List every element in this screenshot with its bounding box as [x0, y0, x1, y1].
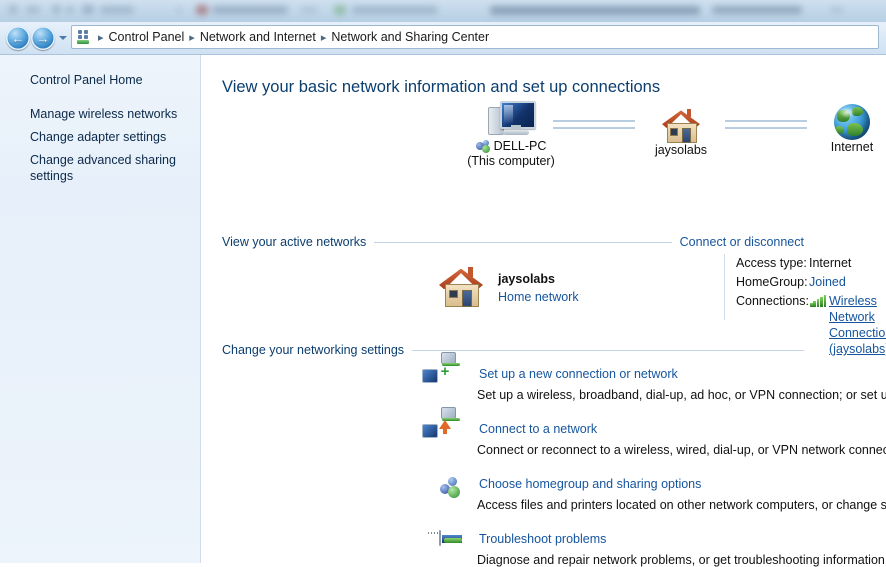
task-troubleshoot-problems-link[interactable]: Troubleshoot problems [479, 532, 606, 546]
breadcrumb-item-network-and-sharing-center[interactable]: Network and Sharing Center [331, 30, 489, 44]
task-setup-new-connection-link[interactable]: Set up a new connection or network [479, 367, 678, 381]
house-icon [662, 109, 700, 143]
section-change-networking-settings: Change your networking settings [222, 342, 804, 358]
sidebar: Control Panel Home Manage wireless netwo… [0, 55, 201, 563]
sidebar-item-control-panel-home[interactable]: Control Panel Home [30, 72, 190, 88]
section-rule-2 [412, 349, 804, 351]
property-access-type-key: Access type: [736, 256, 807, 270]
recent-pages-chevron-down-icon[interactable] [59, 36, 67, 40]
homegroup-icon [439, 476, 465, 502]
active-network-divider [724, 254, 725, 320]
wireless-connection-line-2: (jaysolabs) [829, 342, 886, 356]
globe-icon [834, 104, 870, 140]
wireless-connection-line-1: Wireless Network Connection [829, 294, 886, 340]
property-homegroup: HomeGroup: Joined [736, 274, 886, 290]
map-node-internet-label: Internet [830, 140, 874, 154]
active-network-type-link[interactable]: Home network [498, 290, 579, 304]
background-window-blur [0, 0, 886, 22]
section-active-networks-title: View your active networks [222, 235, 367, 249]
forward-arrow-icon: → [36, 30, 50, 46]
breadcrumb-separator-2[interactable]: ▸ [321, 31, 327, 44]
network-share-badge-icon [475, 139, 491, 154]
computer-icon [488, 101, 536, 139]
map-node-computer[interactable]: DELL-PC (This computer) [451, 99, 571, 169]
property-connections-key: Connections: [736, 294, 809, 308]
network-sharing-center-window: ← → ▸ Control Panel ▸ Network and Intern… [0, 0, 886, 567]
connect-or-disconnect-link[interactable]: Connect or disconnect [672, 235, 804, 249]
section-active-networks: View your active networks Connect or dis… [222, 234, 804, 250]
property-access-type: Access type: Internet [736, 255, 886, 271]
active-network-house-icon [439, 267, 483, 307]
address-bar: ← → ▸ Control Panel ▸ Network and Intern… [0, 22, 886, 55]
property-access-type-value: Internet [809, 256, 852, 270]
active-network-name: jaysolabs [498, 272, 555, 286]
map-node-network-label: jaysolabs [654, 143, 708, 157]
back-arrow-icon: ← [11, 30, 25, 46]
breadcrumb[interactable]: ▸ Control Panel ▸ Network and Internet ▸… [71, 25, 879, 49]
sidebar-item-change-adapter-settings[interactable]: Change adapter settings [30, 129, 190, 145]
breadcrumb-separator-1[interactable]: ▸ [189, 31, 195, 44]
troubleshoot-icon [428, 530, 465, 557]
task-troubleshoot-problems-desc: Diagnose and repair network problems, or… [477, 553, 886, 567]
background-window-strip [0, 0, 886, 22]
wireless-network-connection-link[interactable]: Wireless Network Connection (jaysolabs) [829, 293, 886, 357]
map-node-network[interactable]: jaysolabs [621, 103, 741, 158]
section-change-settings-title: Change your networking settings [222, 343, 405, 357]
property-homegroup-value-link[interactable]: Joined [809, 274, 846, 290]
sidebar-item-manage-wireless-networks[interactable]: Manage wireless networks [30, 106, 190, 122]
task-connect-to-network-desc: Connect or reconnect to a wireless, wire… [477, 443, 886, 457]
task-setup-new-connection-desc: Set up a wireless, broadband, dial-up, a… [477, 388, 886, 402]
network-map: DELL-PC (This computer) jaysolabs Intern… [201, 99, 886, 169]
task-homegroup-sharing-desc: Access files and printers located on oth… [477, 498, 886, 512]
task-homegroup-sharing-link[interactable]: Choose homegroup and sharing options [479, 477, 701, 491]
map-node-computer-label: DELL-PC [493, 139, 547, 153]
breadcrumb-item-network-and-internet[interactable]: Network and Internet [200, 30, 316, 44]
forward-button[interactable]: → [31, 26, 55, 50]
wireless-signal-icon [810, 295, 827, 307]
connect-network-icon [422, 407, 465, 447]
map-node-computer-sublabel: (This computer) [467, 154, 555, 168]
sidebar-item-change-advanced-sharing-settings[interactable]: Change advanced sharing settings [30, 152, 190, 184]
control-panel-icon [75, 29, 91, 45]
breadcrumb-separator-0[interactable]: ▸ [98, 31, 104, 44]
content-pane: View your basic network information and … [201, 55, 886, 567]
map-node-internet[interactable]: Internet [792, 100, 886, 155]
property-homegroup-key: HomeGroup: [736, 275, 808, 289]
section-rule [374, 241, 672, 243]
task-connect-to-network-link[interactable]: Connect to a network [479, 422, 597, 436]
new-connection-icon: + [422, 352, 465, 392]
back-button[interactable]: ← [6, 26, 30, 50]
page-title: View your basic network information and … [222, 78, 661, 96]
breadcrumb-item-control-panel[interactable]: Control Panel [109, 30, 185, 44]
